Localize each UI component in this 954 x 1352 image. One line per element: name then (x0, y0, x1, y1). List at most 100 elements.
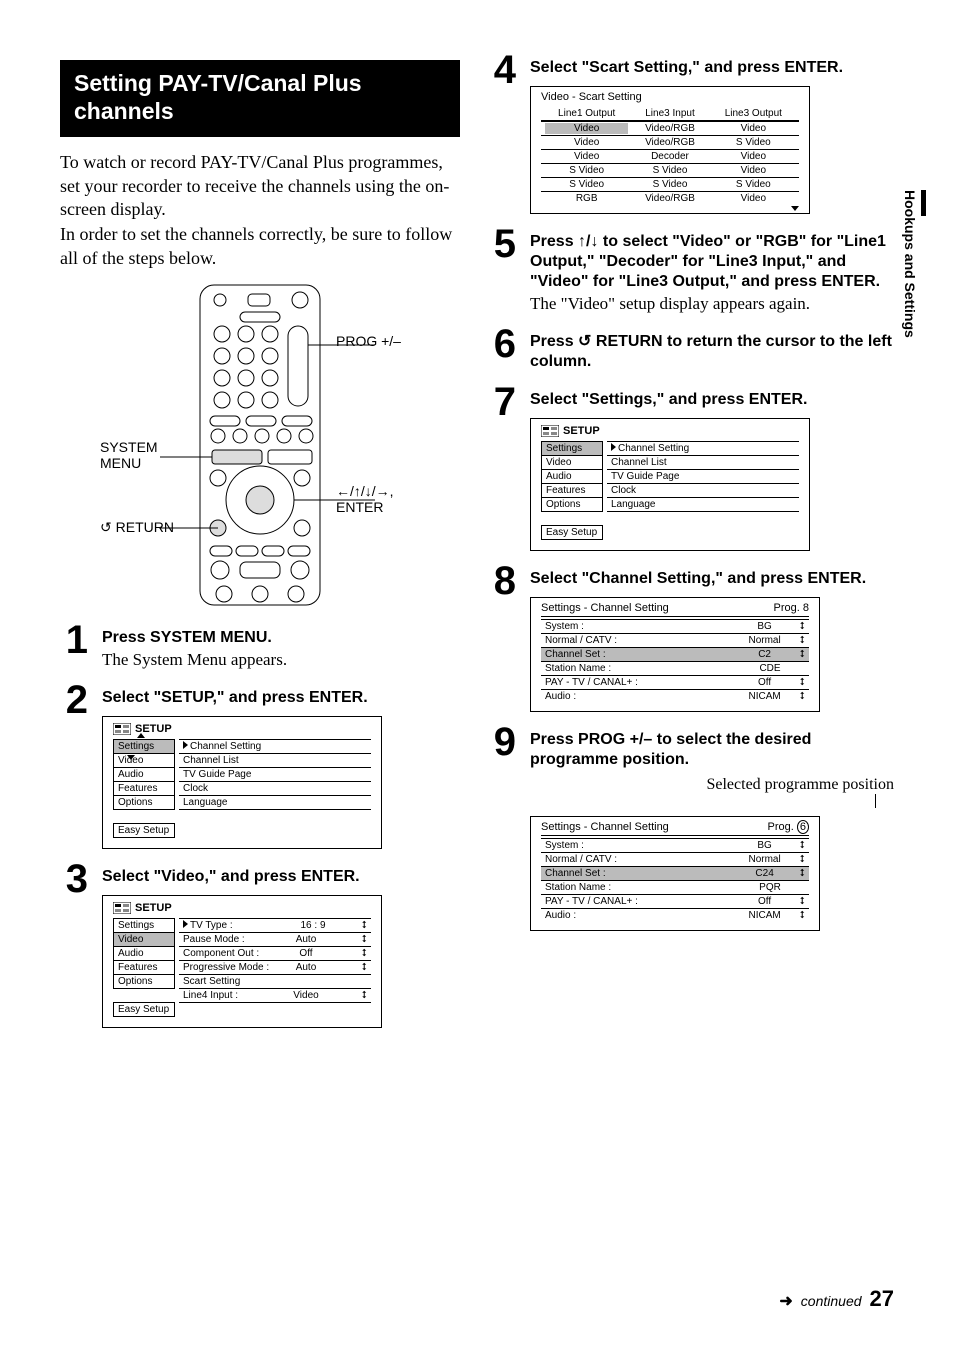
cursor-icon (183, 741, 188, 749)
step-sub: The System Menu appears. (102, 650, 460, 670)
side-index-bar (921, 190, 926, 216)
step-2: 2 Select "SETUP," and press ENTER. SETUP (60, 680, 460, 849)
menu-item: Language (179, 795, 371, 810)
video-row: Scart Setting (179, 974, 371, 988)
chanset-row: Channel Set :C2⭥ (541, 647, 809, 661)
easy-setup-button: Easy Setup (541, 525, 603, 540)
easy-setup-button: Easy Setup (113, 1002, 175, 1017)
remote-diagram: PROG +/– SYSTEM MENU ↻ RETURN ←/↑/↓/→, E… (100, 280, 420, 610)
remote-label-system-menu: SYSTEM MENU (100, 440, 196, 471)
step-head: Select "Video," and press ENTER. (102, 867, 460, 887)
step-3: 3 Select "Video," and press ENTER. SETUP (60, 859, 460, 1028)
step-head: Press ↑/↓ to select "Video" or "RGB" for… (530, 232, 894, 292)
chanset-row: Channel Set :C24⭥ (541, 866, 809, 880)
video-row: TV Type :16 : 9⭥ (179, 918, 371, 932)
menu-item: Language (607, 497, 799, 512)
intro-para-2: In order to set the channels correctly, … (60, 223, 460, 270)
scart-row: VideoDecoderVideo (541, 149, 799, 163)
step-sub: The "Video" setup display appears again. (530, 294, 894, 314)
menu-item: TV Guide Page (607, 469, 799, 483)
chanset-row: Normal / CATV :Normal⭥ (541, 852, 809, 866)
setup-icon (113, 902, 131, 914)
setup-window-video: SETUP Settings Video Audio Features Opti… (102, 895, 382, 1028)
setup-tab: Video (541, 455, 603, 470)
setup-icon (113, 723, 131, 735)
setup-tab: Features (113, 960, 175, 975)
step-num: 1 (60, 620, 88, 660)
step-num: 5 (488, 224, 516, 264)
step-num: 6 (488, 324, 516, 364)
step-7: 7 Select "Settings," and press ENTER. SE… (488, 382, 894, 551)
chanset-title: Settings - Channel Setting (541, 602, 669, 614)
scart-title: Video - Scart Setting (541, 91, 799, 103)
section-heading: Setting PAY-TV/Canal Plus channels (60, 60, 460, 137)
chanset-prog: Prog. 6 (768, 821, 809, 833)
step-5: 5 Press ↑/↓ to select "Video" or "RGB" f… (488, 224, 894, 314)
scart-row: VideoVideo/RGBS Video (541, 135, 799, 149)
setup-tab: Video (113, 753, 175, 768)
caret-up-icon (137, 733, 145, 738)
menu-item: Channel List (179, 753, 371, 767)
step-4: 4 Select "Scart Setting," and press ENTE… (488, 50, 894, 214)
menu-item: Clock (607, 483, 799, 497)
step-head: Select "SETUP," and press ENTER. (102, 688, 460, 708)
selected-prog-caption: Selected programme position (530, 776, 894, 794)
intro-para-1: To watch or record PAY-TV/Canal Plus pro… (60, 151, 460, 221)
step-head: Press PROG +/– to select the desired pro… (530, 730, 894, 770)
channel-setting-window-2: Settings - Channel Setting Prog. 6 Syste… (530, 816, 820, 931)
setup-tab: Features (113, 781, 175, 796)
step-head: Press ↺ RETURN to return the cursor to t… (530, 332, 894, 372)
continued-label: continued (801, 1293, 862, 1309)
step-head: Select "Scart Setting," and press ENTER. (530, 58, 894, 78)
setup-tab: Options (541, 497, 603, 512)
scart-row: RGBVideo/RGBVideo (541, 191, 799, 205)
scart-row: VideoVideo/RGBVideo (541, 121, 799, 135)
chanset-row: Audio :NICAM⭥ (541, 908, 809, 922)
chanset-title: Settings - Channel Setting (541, 821, 669, 833)
setup-window-settings-2: SETUP Settings Video Audio Features Opti… (530, 418, 810, 551)
scart-row: S VideoS VideoS Video (541, 177, 799, 191)
setup-tab: Audio (113, 767, 175, 782)
chanset-row: Audio :NICAM⭥ (541, 689, 809, 703)
chanset-row: System :BG⭥ (541, 619, 809, 633)
video-row: Component Out :Off⭥ (179, 946, 371, 960)
side-tab: Hookups and Settings (902, 190, 918, 338)
chanset-row: Station Name :PQR (541, 880, 809, 894)
setup-tab: Settings (113, 739, 175, 754)
setup-tab: Audio (113, 946, 175, 961)
remote-label-arrows-enter: ←/↑/↓/→, ENTER (336, 484, 426, 515)
menu-item: Clock (179, 781, 371, 795)
scart-setting-window: Video - Scart Setting Line1 OutputLine3 … (530, 86, 810, 214)
arrow-right-icon: ➜ (779, 1291, 792, 1311)
scart-row: S VideoS VideoVideo (541, 163, 799, 177)
step-num: 3 (60, 859, 88, 899)
step-9: 9 Press PROG +/– to select the desired p… (488, 722, 894, 931)
chanset-row: Station Name :CDE (541, 661, 809, 675)
chanset-row: PAY - TV / CANAL+ :Off⭥ (541, 675, 809, 689)
step-head: Select "Channel Setting," and press ENTE… (530, 569, 894, 589)
setup-tab: Audio (541, 469, 603, 484)
cursor-icon (611, 443, 616, 451)
cursor-icon (183, 920, 188, 928)
setup-window-settings: SETUP Settings Video Audio Features Opti… (102, 716, 382, 849)
setup-tab: Options (113, 795, 175, 810)
video-row: Pause Mode :Auto⭥ (179, 932, 371, 946)
callout-line (875, 794, 876, 808)
step-num: 7 (488, 382, 516, 422)
setup-tab: Options (113, 974, 175, 989)
menu-item: Channel Setting (179, 739, 371, 753)
setup-tab: Settings (541, 441, 603, 456)
step-8: 8 Select "Channel Setting," and press EN… (488, 561, 894, 712)
chanset-row: Normal / CATV :Normal⭥ (541, 633, 809, 647)
page-number: 27 (870, 1286, 894, 1312)
step-num: 4 (488, 50, 516, 90)
setup-tab: Video (113, 932, 175, 947)
chanset-row: PAY - TV / CANAL+ :Off⭥ (541, 894, 809, 908)
step-6: 6 Press ↺ RETURN to return the cursor to… (488, 324, 894, 372)
remote-label-return: ↻ RETURN (100, 520, 174, 535)
menu-item: TV Guide Page (179, 767, 371, 781)
easy-setup-button: Easy Setup (113, 823, 175, 838)
channel-setting-window-1: Settings - Channel Setting Prog. 8 Syste… (530, 597, 820, 712)
chanset-row: System :BG⭥ (541, 838, 809, 852)
remote-label-prog: PROG +/– (336, 334, 401, 349)
